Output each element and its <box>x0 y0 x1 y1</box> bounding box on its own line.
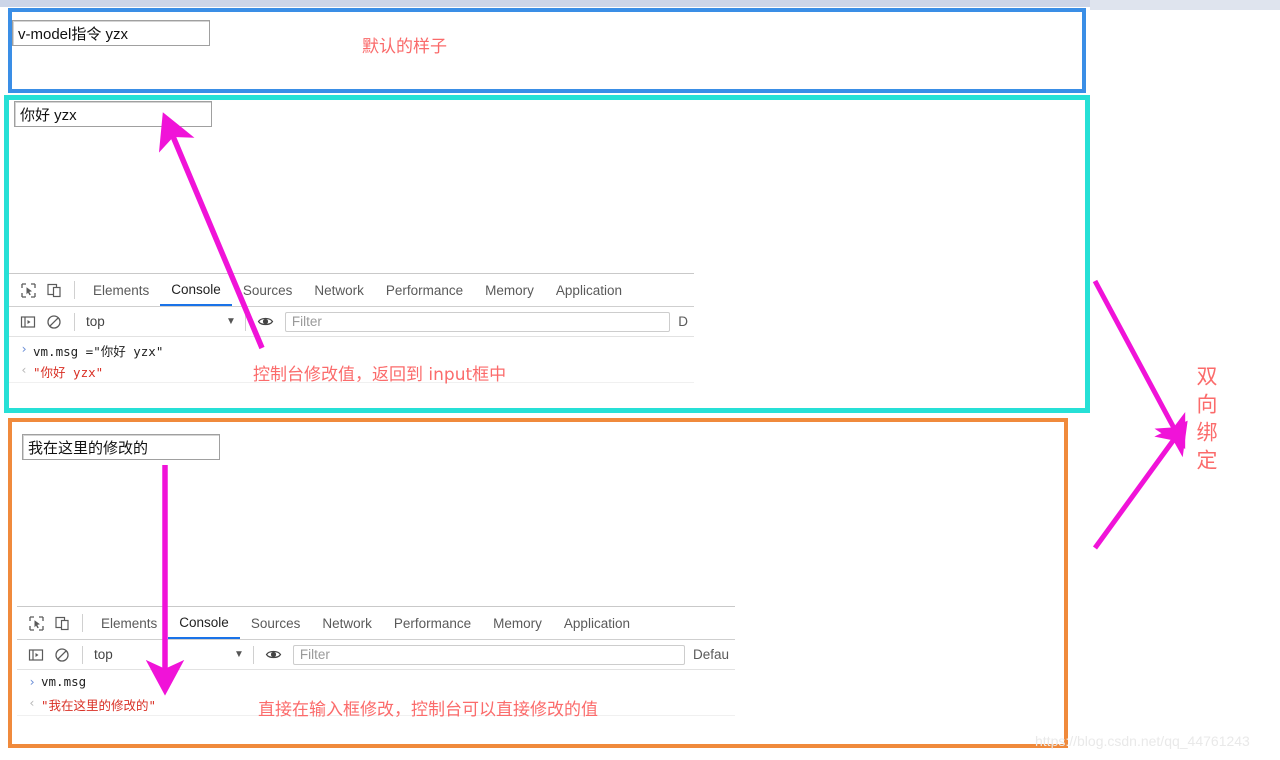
arrow-binding-lower <box>1092 420 1188 550</box>
vmodel-input-default[interactable] <box>12 20 210 46</box>
devtools-2-context-select[interactable]: top <box>94 647 234 662</box>
browser-chrome-band-right <box>1090 0 1280 10</box>
devtools-1-filter-input[interactable]: Filter <box>284 311 671 332</box>
clear-console-icon[interactable] <box>41 309 67 335</box>
console-sidebar-icon[interactable] <box>23 642 49 668</box>
console-input-text: vm.msg ="你好 yzx" <box>33 344 164 359</box>
devtools-1-context-select[interactable]: top <box>86 314 226 329</box>
toolbar-divider <box>82 614 83 632</box>
devtools-1-tab-memory[interactable]: Memory <box>474 274 545 306</box>
devtools-1-tab-application[interactable]: Application <box>545 274 633 306</box>
csdn-watermark: https://blog.csdn.net/qq_44761243 <box>1035 733 1250 749</box>
devtools-2-filter-input[interactable]: Filter <box>292 644 685 665</box>
devtools-2-tab-network[interactable]: Network <box>311 607 383 639</box>
console-line-input: › vm.msg ="你好 yzx" <box>9 341 694 362</box>
toolbar-divider-2 <box>82 645 83 664</box>
prompt-marker-icon: › <box>28 674 36 689</box>
prompt-marker-icon: › <box>20 341 28 356</box>
devtools-1-tab-performance[interactable]: Performance <box>375 274 474 306</box>
devtools-1-log-level-select[interactable]: D <box>678 314 694 329</box>
device-toggle-icon[interactable] <box>49 610 75 636</box>
arrow-binding-upper <box>1092 279 1186 449</box>
devtools-2-tab-elements[interactable]: Elements <box>90 607 168 639</box>
toolbar-divider-2 <box>74 312 75 331</box>
devtools-2-tabbar: Elements Console Sources Network Perform… <box>17 607 735 640</box>
note-input-edit: 直接在输入框修改，控制台可以直接修改的值 <box>258 700 598 720</box>
devtools-panel-2: Elements Console Sources Network Perform… <box>17 606 735 741</box>
inspect-icon[interactable] <box>23 610 49 636</box>
page-root: 默认的样子 Elements Console Sources Network <box>0 0 1280 760</box>
devtools-2-tab-application[interactable]: Application <box>553 607 641 639</box>
devtools-2-tab-sources[interactable]: Sources <box>240 607 312 639</box>
console-line-input: › vm.msg <box>17 674 735 695</box>
clear-console-icon[interactable] <box>49 642 75 668</box>
devtools-1-console-toolbar: top ▼ Filter D <box>9 307 694 337</box>
devtools-1-tab-console[interactable]: Console <box>160 274 232 306</box>
two-way-binding-label: 双向绑定 <box>1194 365 1218 477</box>
devtools-2-console-toolbar: top ▼ Filter Defau <box>17 640 735 670</box>
chevron-down-icon[interactable]: ▼ <box>226 316 236 327</box>
devtools-1-tabbar: Elements Console Sources Network Perform… <box>9 274 694 307</box>
devtools-2-log-level-select[interactable]: Defau <box>693 647 735 662</box>
return-marker-icon: ‹ <box>20 362 28 377</box>
browser-chrome-band <box>0 0 1280 7</box>
devtools-1-tab-elements[interactable]: Elements <box>82 274 160 306</box>
chevron-down-icon[interactable]: ▼ <box>234 649 244 660</box>
devtools-1-tab-network[interactable]: Network <box>303 274 375 306</box>
toolbar-divider <box>74 281 75 299</box>
console-input-text: vm.msg <box>41 674 87 689</box>
inspect-icon[interactable] <box>15 277 41 303</box>
vmodel-input-user-edited[interactable] <box>22 434 220 460</box>
devtools-2-tab-console[interactable]: Console <box>168 607 240 639</box>
live-expression-eye-icon[interactable] <box>261 642 287 668</box>
devtools-2-tab-memory[interactable]: Memory <box>482 607 553 639</box>
return-marker-icon: ‹ <box>28 695 36 710</box>
devtools-2-tab-performance[interactable]: Performance <box>383 607 482 639</box>
console-output-text: "你好 yzx" <box>33 365 104 380</box>
toolbar-divider-3 <box>244 312 246 331</box>
console-sidebar-icon[interactable] <box>15 309 41 335</box>
vmodel-input-console-edited[interactable] <box>14 101 212 127</box>
note-default-style: 默认的样子 <box>362 37 447 57</box>
toolbar-divider-3 <box>252 645 254 664</box>
live-expression-eye-icon[interactable] <box>253 309 279 335</box>
devtools-1-tab-sources[interactable]: Sources <box>232 274 304 306</box>
console-output-text: "我在这里的修改的" <box>41 698 157 713</box>
device-toggle-icon[interactable] <box>41 277 67 303</box>
note-console-edit: 控制台修改值，返回到 input框中 <box>253 365 507 385</box>
